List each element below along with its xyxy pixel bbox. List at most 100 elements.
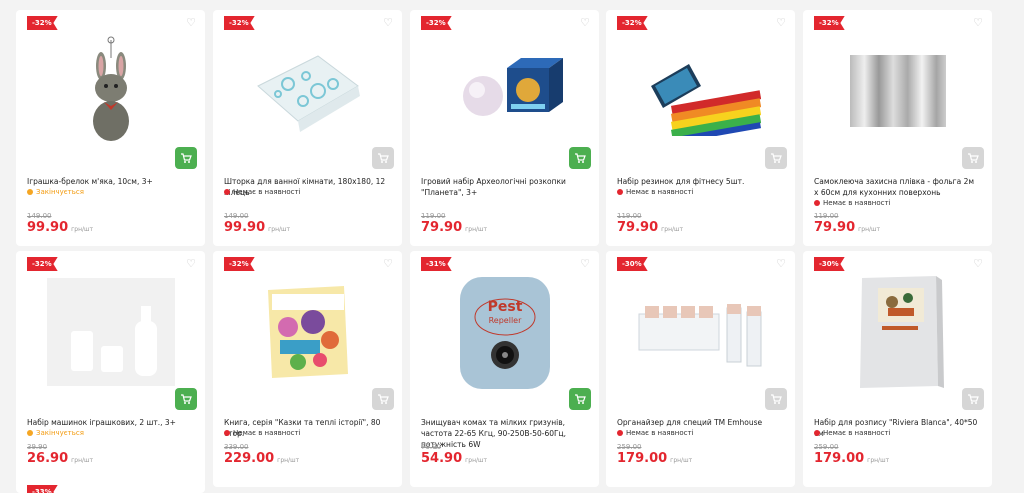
discount-badge: -32% [814,16,845,30]
product-image[interactable] [821,32,974,150]
heart-icon[interactable]: ♡ [579,17,591,29]
product-card[interactable]: -32% ♡ Ігровий набір Археологічні розкоп… [410,10,599,246]
old-price: 119.00 [617,212,642,220]
status-dot [224,189,230,195]
availability-status: Немає в наявності [814,199,891,207]
heart-icon[interactable]: ♡ [972,258,984,270]
old-price: 79.90 [421,443,442,451]
price: 179.00 грн/шт [617,451,693,466]
discount-badge: -32% [224,16,255,30]
cart-icon [771,153,782,163]
product-title[interactable]: Органайзер для специй ТМ Emhouse [617,417,783,428]
product-title[interactable]: Знищувач комах та мілких гризунів, часто… [421,417,587,450]
discount-badge: -32% [27,16,58,30]
product-image[interactable] [821,273,974,391]
add-to-cart-button[interactable] [765,388,787,410]
add-to-cart-button[interactable] [175,388,197,410]
heart-icon[interactable]: ♡ [579,258,591,270]
product-card[interactable]: -32% ♡ Набір машинок іграшкових, 2 шт., … [16,251,205,487]
discount-badge: -32% [617,16,648,30]
price: 26.90 грн/шт [27,451,94,466]
status-dot [617,189,623,195]
heart-icon[interactable]: ♡ [775,17,787,29]
add-to-cart-button[interactable] [962,388,984,410]
product-card[interactable]: -30% ♡ Органайзер для специй ТМ Emhouse … [606,251,795,487]
price: 79.90 грн/шт [421,220,488,235]
old-price: 339.00 [224,443,249,451]
product-image[interactable]: Pest Repeller [428,273,581,391]
heart-icon[interactable]: ♡ [185,17,197,29]
old-price: 119.00 [421,212,446,220]
cart-icon [968,394,979,404]
heart-icon[interactable]: ♡ [185,258,197,270]
product-card[interactable]: -30% ♡ Набір для розпису "Riviera Blanca… [803,251,992,487]
add-to-cart-button[interactable] [962,147,984,169]
heart-icon[interactable]: ♡ [775,258,787,270]
old-price: 259.00 [814,443,839,451]
add-to-cart-button[interactable] [765,147,787,169]
product-image[interactable] [624,273,777,391]
cart-icon [181,394,192,404]
product-title[interactable]: Набір машинок іграшкових, 2 шт., 3+ [27,417,193,428]
price: 99.90 грн/шт [27,220,94,235]
availability-status: Закінчується [27,188,84,196]
price: 179.00 грн/шт [814,451,890,466]
price: 229.00 грн/шт [224,451,300,466]
status-dot [27,430,33,436]
availability-status: Немає в наявності [224,188,301,196]
heart-icon[interactable]: ♡ [972,17,984,29]
product-card[interactable]: -32% ♡ Іграшка-брелок м'яка, 10см, 3+ За… [16,10,205,246]
heart-icon[interactable]: ♡ [382,17,394,29]
availability-status: Немає в наявності [617,188,694,196]
product-image[interactable] [34,32,187,150]
old-price: 259.00 [617,443,642,451]
availability-status: Немає в наявності [224,429,301,437]
cart-icon [575,153,586,163]
product-image[interactable] [231,273,384,391]
product-title[interactable]: Ігровий набір Археологічні розкопки "Пла… [421,176,587,198]
product-title[interactable]: Самоклеюча захисна плівка - фольга 2м х … [814,176,980,198]
product-image[interactable] [34,273,187,391]
cart-icon [771,394,782,404]
discount-badge: -30% [814,257,845,271]
cart-icon [968,153,979,163]
price: 54.90 грн/шт [421,451,488,466]
product-title[interactable]: Іграшка-брелок м'яка, 10см, 3+ [27,176,193,187]
cart-icon [181,153,192,163]
old-price: 119.00 [814,212,839,220]
product-card[interactable]: -32% ♡ Шторка для ванної кімнати, 180х18… [213,10,402,246]
add-to-cart-button[interactable] [175,147,197,169]
product-card[interactable]: -31% ♡ Pest Repeller Знищувач комах та м… [410,251,599,487]
product-image[interactable] [428,32,581,150]
status-dot [617,430,623,436]
cart-icon [575,394,586,404]
add-to-cart-button[interactable] [372,147,394,169]
status-dot [27,189,33,195]
discount-badge: -33% [27,485,58,493]
product-card[interactable]: -32% ♡ Самоклеюча захисна плівка - фольг… [803,10,992,246]
price: 99.90 грн/шт [224,220,291,235]
status-dot [814,200,820,206]
product-title[interactable]: Набір резинок для фітнесу 5шт. [617,176,783,187]
add-to-cart-button[interactable] [569,147,591,169]
pest-text: Pest [487,299,522,315]
old-price: 149.00 [27,212,52,220]
cart-icon [378,394,389,404]
discount-badge: -31% [421,257,452,271]
product-card[interactable]: -32% ♡ Набір резинок для фітнесу 5шт. Не… [606,10,795,246]
repeller-text: Repeller [488,316,521,325]
product-image[interactable] [231,32,384,150]
availability-status: Закінчується [27,429,84,437]
product-card[interactable]: -33% [16,481,205,493]
product-image[interactable] [624,32,777,150]
add-to-cart-button[interactable] [372,388,394,410]
add-to-cart-button[interactable] [569,388,591,410]
heart-icon[interactable]: ♡ [382,258,394,270]
availability-status: Немає в наявності [814,429,891,437]
old-price: 39.90 [27,443,48,451]
cart-icon [378,153,389,163]
product-card[interactable]: -32% ♡ Книга, серія "Казки та теплі істо… [213,251,402,487]
discount-badge: -32% [27,257,58,271]
price: 79.90 грн/шт [617,220,684,235]
availability-status: Немає в наявності [617,429,694,437]
